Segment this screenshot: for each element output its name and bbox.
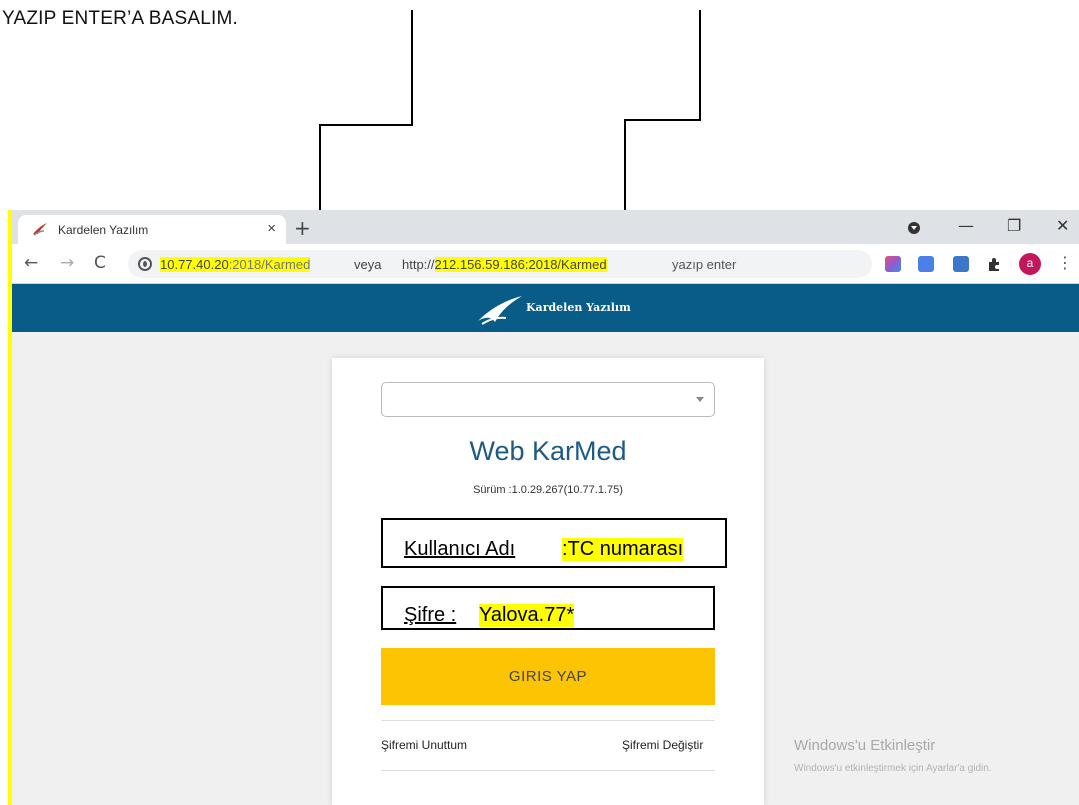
translate-alt-icon[interactable] bbox=[953, 256, 969, 272]
password-value: Yalova.77* bbox=[479, 604, 575, 627]
site-info-icon[interactable] bbox=[138, 257, 152, 271]
tab-close-icon[interactable]: × bbox=[267, 220, 276, 237]
username-field[interactable]: Kullanıcı Adı :TC numarası bbox=[381, 518, 727, 568]
address-host-highlight: 10.77.40.20 bbox=[160, 257, 229, 272]
address-host-rest: :2018/Karmed bbox=[228, 257, 311, 272]
forward-button[interactable]: → bbox=[60, 253, 74, 273]
restore-button[interactable]: ❐ bbox=[1007, 216, 1021, 235]
address-alt-url: http://212.156.59.186:2018/Karmed bbox=[402, 257, 607, 272]
browser-window: Kardelen Yazılım × + — ❐ ✕ ← → C 10.77.4… bbox=[8, 210, 1079, 805]
reload-button[interactable]: C bbox=[94, 253, 106, 273]
password-label: Şifre : bbox=[404, 604, 457, 626]
address-alt-prefix: http:// bbox=[402, 257, 435, 272]
address-between-text: veya bbox=[354, 257, 382, 272]
profile-avatar[interactable]: a bbox=[1019, 253, 1041, 275]
arrow-connector-left bbox=[319, 10, 413, 222]
arrow-connector-right bbox=[624, 10, 701, 222]
change-password-link[interactable]: Şifremi Değiştir bbox=[622, 738, 703, 752]
kardelen-logo-icon bbox=[478, 296, 522, 325]
divider bbox=[381, 720, 715, 721]
password-field[interactable]: Şifre : Yalova.77* bbox=[381, 586, 715, 630]
close-window-button[interactable]: ✕ bbox=[1056, 216, 1069, 235]
login-button[interactable]: GIRIS YAP bbox=[381, 648, 715, 705]
tab-strip: Kardelen Yazılım × + — ❐ ✕ bbox=[12, 210, 1079, 244]
browser-toolbar: ← → C 10.77.40.20:2018/Karmed veya http:… bbox=[12, 244, 1079, 284]
kardelen-favicon-icon bbox=[33, 223, 47, 236]
app-header: Kardelen Yazılım bbox=[12, 284, 1079, 332]
brand-name: Kardelen Yazılım bbox=[526, 301, 631, 314]
back-button[interactable]: ← bbox=[24, 253, 38, 273]
forgot-password-link[interactable]: Şifremi Unuttum bbox=[381, 738, 467, 752]
instruction-text: YAZIP ENTER’A BASALIM. bbox=[2, 8, 238, 29]
tab-title: Kardelen Yazılım bbox=[58, 223, 149, 237]
login-card: Web KarMed Sürüm :1.0.29.267(10.77.1.75)… bbox=[332, 358, 764, 805]
browser-menu-icon[interactable]: ⋮ bbox=[1057, 253, 1073, 272]
screencast-icon[interactable] bbox=[885, 256, 901, 272]
server-select[interactable] bbox=[381, 382, 715, 417]
divider bbox=[381, 770, 715, 771]
chevron-down-icon bbox=[696, 397, 704, 402]
windows-activation-subtitle: Windows'u etkinleştirmek için Ayarlar'a … bbox=[794, 763, 992, 774]
page-title: Web KarMed bbox=[469, 436, 627, 466]
screenshot-stage: YAZIP ENTER’A BASALIM. Kardelen Yazılım … bbox=[0, 0, 1079, 805]
username-value: :TC numarası bbox=[562, 538, 684, 561]
tab-kardelen[interactable]: Kardelen Yazılım × bbox=[18, 215, 286, 244]
address-bar[interactable]: 10.77.40.20:2018/Karmed veya http://212.… bbox=[128, 250, 872, 278]
address-suffix-text: yazıp enter bbox=[672, 257, 737, 272]
new-tab-button[interactable]: + bbox=[294, 216, 311, 240]
translate-icon[interactable] bbox=[918, 256, 934, 272]
username-label: Kullanıcı Adı bbox=[404, 538, 516, 560]
tab-search-icon[interactable] bbox=[908, 222, 920, 234]
extensions-puzzle-icon[interactable] bbox=[986, 256, 1002, 272]
address-url: 10.77.40.20:2018/Karmed bbox=[160, 257, 311, 272]
windows-activation-title: Windows'u Etkinleştir bbox=[794, 737, 936, 754]
address-alt-highlight: 212.156.59.186:2018/Karmed bbox=[434, 257, 607, 272]
annotation-arrows bbox=[313, 10, 701, 237]
version-text: Sürüm :1.0.29.267(10.77.1.75) bbox=[473, 484, 623, 496]
minimize-button[interactable]: — bbox=[958, 216, 974, 235]
